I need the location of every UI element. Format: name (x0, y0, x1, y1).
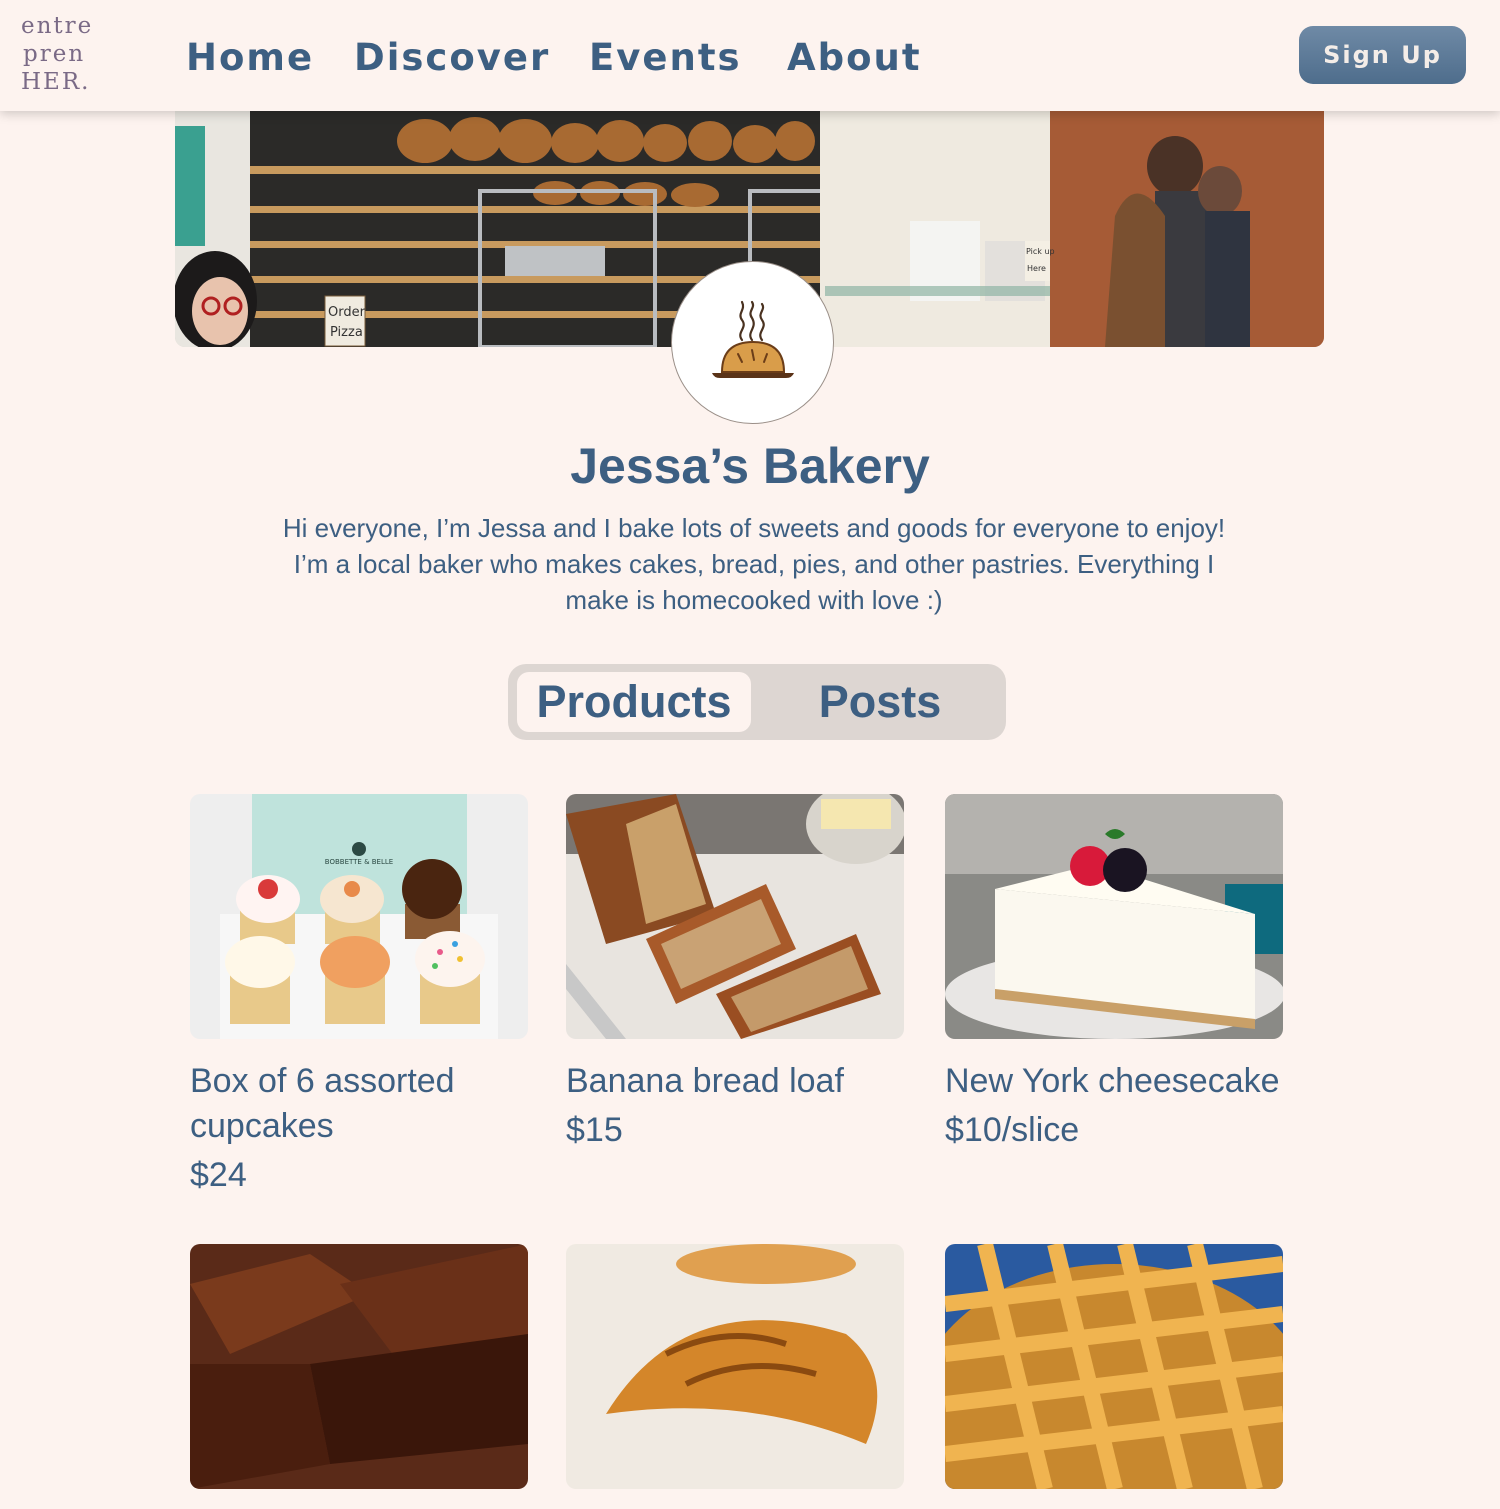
cheesecake-image[interactable] (945, 794, 1283, 1039)
nav-discover[interactable]: Discover (354, 36, 550, 79)
nav-events[interactable]: Events (589, 36, 742, 79)
product-card[interactable] (566, 1244, 911, 1509)
logo-line-2: pren (23, 41, 86, 67)
logo-line-3: HER. (21, 69, 91, 95)
profile-tabs: Products Posts (508, 664, 1006, 740)
product-card[interactable]: New York cheesecake $10/slice (945, 794, 1290, 1150)
sign-up-button[interactable]: Sign Up (1299, 26, 1466, 84)
product-name[interactable]: New York cheesecake (945, 1059, 1290, 1104)
bakery-name: Jessa’s Bakery (570, 438, 930, 494)
product-price: $10/slice (945, 1111, 1080, 1149)
pizza-sign-text: Pizza (330, 325, 363, 340)
here-sign-text: Here (1027, 264, 1046, 273)
bakery-avatar (671, 261, 834, 424)
product-card[interactable]: BOBBETTE & BELLE Box of 6 assorted cupca… (190, 794, 535, 1195)
cupcakes-image[interactable]: BOBBETTE & BELLE (190, 794, 528, 1039)
tab-posts[interactable]: Posts (768, 672, 992, 732)
product-card[interactable]: Banana bread loaf $15 (566, 794, 911, 1150)
banana-bread-image[interactable] (566, 794, 904, 1039)
product-price: $15 (566, 1111, 623, 1149)
site-logo[interactable]: entre pren HER. (21, 12, 93, 96)
croissant-image[interactable] (566, 1244, 904, 1489)
bread-steam-icon (712, 300, 794, 378)
pickup-sign-text: Pick up (1026, 247, 1055, 256)
nav-home[interactable]: Home (186, 36, 314, 79)
nav-about[interactable]: About (787, 36, 922, 79)
order-sign-text: Order (328, 305, 366, 320)
product-price: $24 (190, 1156, 247, 1194)
bakery-bio: Hi everyone, I’m Jessa and I bake lots o… (282, 513, 1226, 615)
logo-line-1: entre (21, 13, 94, 39)
product-card[interactable] (190, 1244, 535, 1509)
tab-products[interactable]: Products (517, 672, 751, 732)
box-brand-text: BOBBETTE & BELLE (325, 858, 393, 866)
product-card[interactable] (945, 1244, 1290, 1509)
top-navbar: entre pren HER. Home Discover Events Abo… (0, 0, 1500, 111)
lattice-pie-image[interactable] (945, 1244, 1283, 1489)
product-name[interactable]: Box of 6 assorted cupcakes (190, 1059, 535, 1149)
chocolate-cake-image[interactable] (190, 1244, 528, 1489)
product-name[interactable]: Banana bread loaf (566, 1059, 911, 1104)
